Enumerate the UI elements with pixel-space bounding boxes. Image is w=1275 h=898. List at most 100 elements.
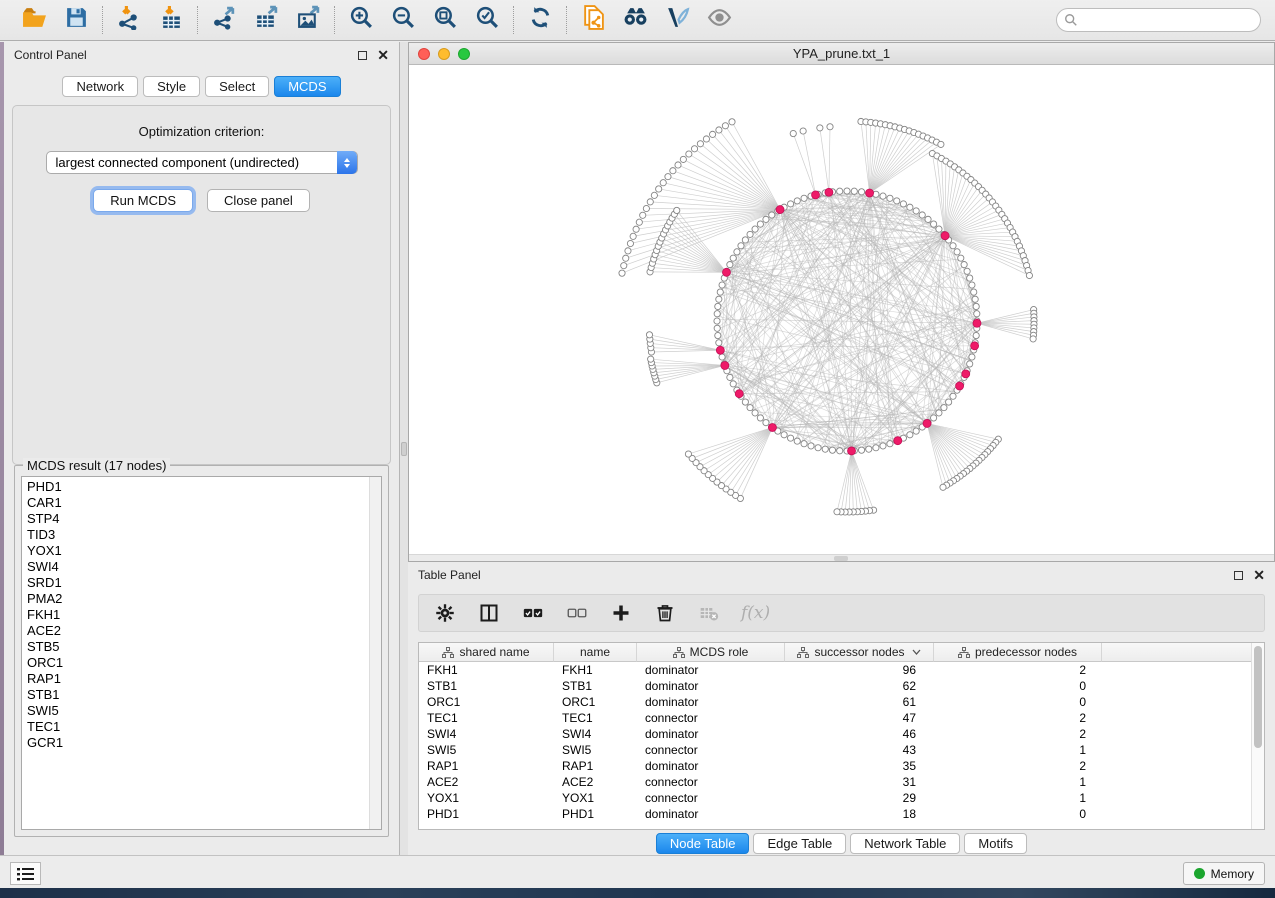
mcds-result-item[interactable]: FKH1 (27, 607, 381, 623)
table-row[interactable]: PHD1PHD1dominator180 (419, 806, 1264, 822)
table-cell[interactable]: RAP1 (419, 758, 554, 774)
table-cell[interactable]: connector (637, 774, 785, 790)
table-cell[interactable]: 0 (934, 694, 1102, 710)
table-cell[interactable]: 2 (934, 662, 1102, 678)
table-cell[interactable]: 2 (934, 758, 1102, 774)
divider-handle[interactable] (834, 556, 848, 561)
function-builder-icon[interactable]: f(x) (741, 603, 770, 623)
table-cell[interactable]: dominator (637, 678, 785, 694)
mcds-result-item[interactable]: TID3 (27, 527, 381, 543)
float-panel-icon[interactable] (358, 51, 367, 60)
columns-icon[interactable] (477, 601, 501, 625)
tab-network[interactable]: Network (62, 76, 138, 97)
table-cell[interactable]: 46 (785, 726, 934, 742)
divider-handle[interactable] (401, 442, 407, 456)
table-cell[interactable]: SWI5 (419, 742, 554, 758)
table-cell[interactable]: 0 (934, 806, 1102, 822)
mcds-result-item[interactable]: STP4 (27, 511, 381, 527)
table-cell[interactable]: ACE2 (419, 774, 554, 790)
close-panel-icon[interactable]: ✕ (1253, 571, 1265, 580)
table-row[interactable]: SWI4SWI4dominator462 (419, 726, 1264, 742)
select-all-icon[interactable] (521, 601, 545, 625)
mcds-result-item[interactable]: SWI5 (27, 703, 381, 719)
tab-mcds[interactable]: MCDS (274, 76, 340, 97)
table-scrollbar[interactable] (1251, 643, 1264, 829)
table-cell[interactable]: 96 (785, 662, 934, 678)
table-row[interactable]: STB1STB1dominator620 (419, 678, 1264, 694)
table-cell[interactable]: PHD1 (419, 806, 554, 822)
mcds-result-item[interactable]: GCR1 (27, 735, 381, 751)
table-cell[interactable]: SWI4 (554, 726, 637, 742)
table-cell[interactable]: dominator (637, 726, 785, 742)
table-cell[interactable]: connector (637, 790, 785, 806)
zoom-selected-button[interactable] (473, 6, 501, 34)
gear-icon[interactable] (433, 601, 457, 625)
table-cell[interactable]: TEC1 (419, 710, 554, 726)
export-table-button[interactable] (252, 6, 280, 34)
run-mcds-button[interactable]: Run MCDS (93, 189, 193, 212)
delete-table-icon[interactable] (697, 601, 721, 625)
vizmapper-button[interactable] (663, 6, 691, 34)
tab-motifs[interactable]: Motifs (964, 833, 1027, 854)
column-header-shared-name[interactable]: shared name (419, 643, 554, 662)
column-header-mcds-role[interactable]: MCDS role (637, 643, 785, 662)
table-cell[interactable]: TEC1 (554, 710, 637, 726)
network-bottom-divider[interactable] (409, 554, 1274, 561)
mcds-result-item[interactable]: SWI4 (27, 559, 381, 575)
table-row[interactable]: FKH1FKH1dominator962 (419, 662, 1264, 678)
memory-button[interactable]: Memory (1183, 862, 1265, 885)
table-cell[interactable]: dominator (637, 662, 785, 678)
float-panel-icon[interactable] (1234, 571, 1243, 580)
tab-network-table[interactable]: Network Table (850, 833, 960, 854)
table-row[interactable]: TEC1TEC1connector472 (419, 710, 1264, 726)
mcds-result-item[interactable]: RAP1 (27, 671, 381, 687)
save-session-button[interactable] (62, 6, 90, 34)
table-cell[interactable]: dominator (637, 694, 785, 710)
table-row[interactable]: YOX1YOX1connector291 (419, 790, 1264, 806)
table-cell[interactable]: SWI4 (419, 726, 554, 742)
add-icon[interactable] (609, 601, 633, 625)
table-cell[interactable]: 47 (785, 710, 934, 726)
open-file-button[interactable] (20, 6, 48, 34)
table-cell[interactable]: 18 (785, 806, 934, 822)
find-button[interactable] (621, 6, 649, 34)
table-cell[interactable]: 61 (785, 694, 934, 710)
table-cell[interactable]: FKH1 (419, 662, 554, 678)
mcds-result-item[interactable]: STB5 (27, 639, 381, 655)
mcds-result-item[interactable]: YOX1 (27, 543, 381, 559)
table-cell[interactable]: STB1 (554, 678, 637, 694)
column-header-successor-nodes[interactable]: successor nodes (785, 643, 934, 662)
table-cell[interactable]: 2 (934, 710, 1102, 726)
table-cell[interactable]: 29 (785, 790, 934, 806)
column-header-name[interactable]: name (554, 643, 637, 662)
show-details-eye-button[interactable] (705, 6, 733, 34)
export-network-button[interactable] (210, 6, 238, 34)
table-cell[interactable]: 2 (934, 726, 1102, 742)
table-cell[interactable]: YOX1 (419, 790, 554, 806)
table-cell[interactable]: 1 (934, 790, 1102, 806)
table-cell[interactable]: ORC1 (419, 694, 554, 710)
close-panel-button[interactable]: Close panel (207, 189, 310, 212)
show-task-history-button[interactable] (10, 862, 41, 885)
table-row[interactable]: RAP1RAP1dominator352 (419, 758, 1264, 774)
duplicate-network-button[interactable] (579, 6, 607, 34)
mcds-list-scrollbar[interactable] (369, 477, 381, 829)
table-row[interactable]: ACE2ACE2connector311 (419, 774, 1264, 790)
table-cell[interactable]: 1 (934, 742, 1102, 758)
table-cell[interactable]: 31 (785, 774, 934, 790)
close-panel-icon[interactable]: ✕ (377, 51, 389, 60)
table-cell[interactable]: 1 (934, 774, 1102, 790)
mcds-result-item[interactable]: ORC1 (27, 655, 381, 671)
table-cell[interactable]: 62 (785, 678, 934, 694)
network-window-titlebar[interactable]: YPA_prune.txt_1 (409, 43, 1274, 65)
table-cell[interactable]: 35 (785, 758, 934, 774)
zoom-out-button[interactable] (389, 6, 417, 34)
search-input[interactable] (1056, 8, 1261, 32)
criterion-select[interactable]: largest connected component (undirected) (46, 151, 358, 174)
table-cell[interactable]: STB1 (419, 678, 554, 694)
zoom-fit-button[interactable] (431, 6, 459, 34)
import-network-button[interactable] (115, 6, 143, 34)
network-canvas[interactable] (409, 65, 1274, 554)
table-cell[interactable]: RAP1 (554, 758, 637, 774)
tab-node-table[interactable]: Node Table (656, 833, 750, 854)
